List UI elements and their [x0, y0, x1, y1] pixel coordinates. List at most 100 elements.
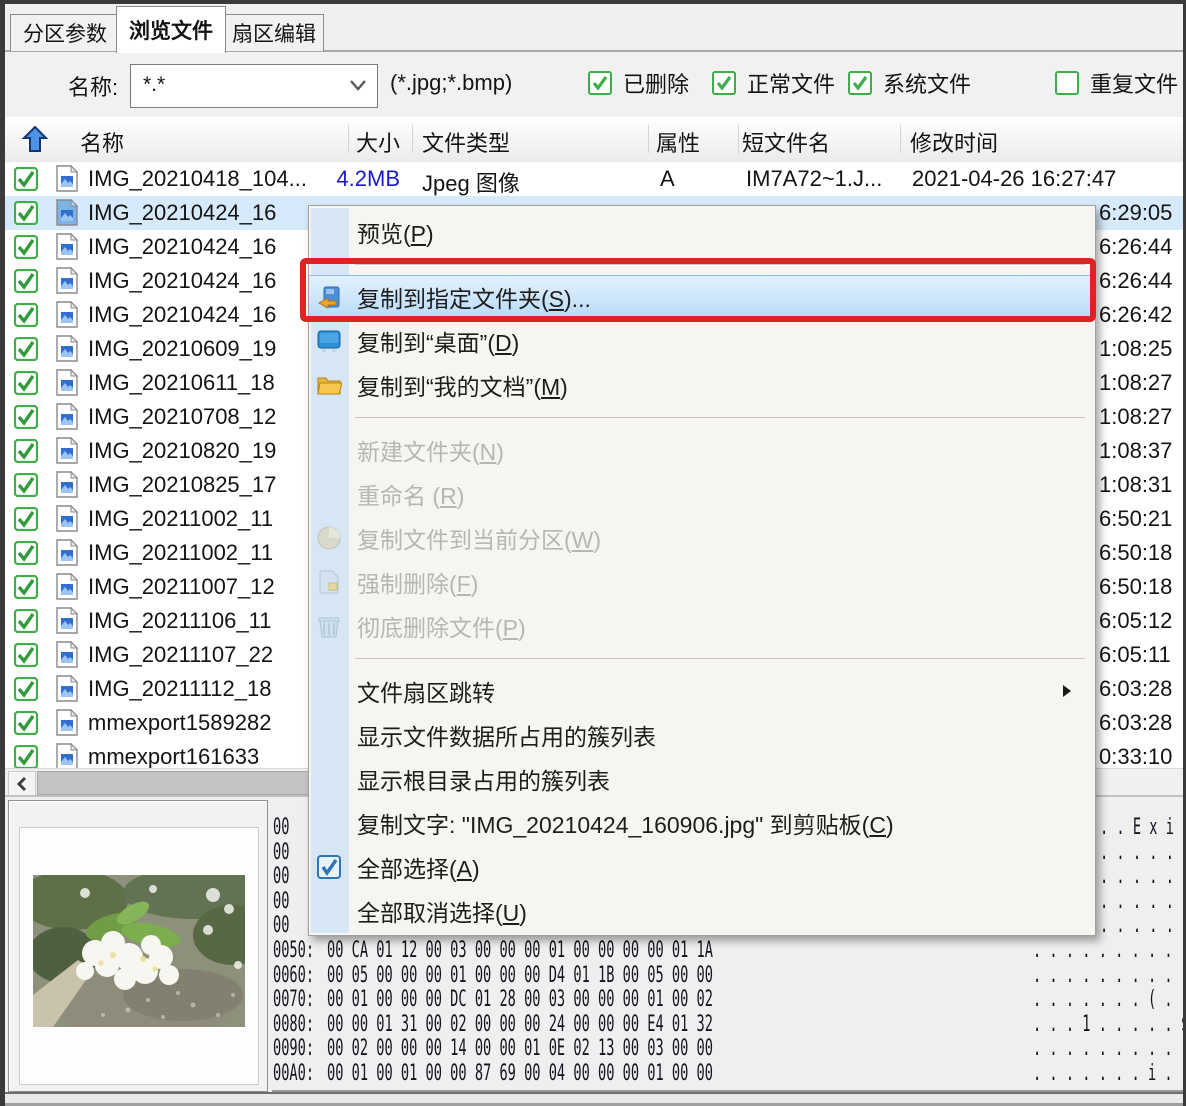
file-name: IMG_20210611_18 [88, 370, 275, 396]
checkbox-checked[interactable] [848, 71, 872, 95]
row-checkbox-checked[interactable] [14, 677, 38, 701]
row-checkbox-checked[interactable] [14, 609, 38, 633]
chevron-down-icon[interactable] [347, 77, 369, 93]
column-divider[interactable] [738, 125, 739, 153]
checkbox-unchecked[interactable] [1055, 71, 1079, 95]
file-mtime-fragment: 6:03:28 [1099, 710, 1172, 736]
row-checkbox-checked[interactable] [14, 643, 38, 667]
file-name: IMG_20211002_11 [88, 506, 273, 532]
menu-item[interactable]: 复制到“我的文档”(M) [309, 363, 1095, 407]
hex-offset: 0080: [273, 1012, 314, 1037]
column-divider[interactable] [648, 125, 649, 153]
name-filter-combobox[interactable]: *.* [130, 64, 378, 108]
jpeg-file-icon [56, 573, 78, 600]
file-name: IMG_20210424_16 [88, 268, 276, 294]
row-checkbox-checked[interactable] [14, 337, 38, 361]
file-name: IMG_20211002_11 [88, 540, 273, 566]
preview-image [33, 875, 245, 1027]
hex-bytes: 00 05 00 00 00 01 00 00 00 D4 01 1B 00 0… [327, 963, 713, 988]
file-size: 4.2MB [300, 166, 400, 192]
row-checkbox-checked[interactable] [14, 405, 38, 429]
tab-1[interactable]: 分区参数 [10, 14, 120, 51]
row-checkbox-checked[interactable] [14, 201, 38, 225]
jpeg-file-icon [56, 165, 78, 192]
column-divider[interactable] [348, 125, 349, 153]
file-attr: A [660, 166, 675, 192]
file-mtime-fragment: 6:50:21 [1099, 506, 1172, 532]
status-bar [0, 1092, 1186, 1106]
row-checkbox-checked[interactable] [14, 235, 38, 259]
extension-filter-hint: (*.jpg;*.bmp) [390, 70, 512, 96]
menu-item[interactable]: 显示根目录占用的簇列表 [309, 757, 1095, 801]
tab-3[interactable]: 扇区编辑 [224, 14, 324, 51]
menu-separator [309, 407, 1095, 428]
filter-bar: 名称: *.* (*.jpg;*.bmp) 已删除正常文件系统文件重复文件 [0, 52, 1186, 118]
row-checkbox-checked[interactable] [14, 541, 38, 565]
checkbox-checked[interactable] [712, 71, 736, 95]
file-name: IMG_20210708_12 [88, 404, 276, 430]
file-name: IMG_20210609_19 [88, 336, 276, 362]
name-filter-label: 名称: [68, 70, 118, 102]
file-mtime: 2021-04-26 16:27:47 [912, 166, 1116, 192]
jpeg-file-icon [56, 641, 78, 668]
row-checkbox-checked[interactable] [14, 711, 38, 735]
checkbox-checked[interactable] [588, 71, 612, 95]
row-checkbox-checked[interactable] [14, 473, 38, 497]
name-filter-value[interactable]: *.* [143, 73, 165, 97]
select-all-icon [316, 854, 342, 880]
row-checkbox-checked[interactable] [14, 575, 38, 599]
hex-ascii-fragment: . . . . . . [1100, 913, 1186, 938]
file-table-header: 名称 大小 文件类型 属性 短文件名 修改时间 [0, 117, 1186, 163]
jpeg-file-icon [56, 709, 78, 736]
file-mtime-fragment: 6:03:28 [1099, 676, 1172, 702]
row-checkbox-checked[interactable] [14, 371, 38, 395]
menu-item[interactable]: 重命名 (R) [309, 472, 1095, 516]
row-checkbox-checked[interactable] [14, 167, 38, 191]
menu-item[interactable]: 复制文件到当前分区(W) [309, 516, 1095, 560]
hex-bytes: 00 01 00 00 00 DC 01 28 00 03 00 00 00 0… [327, 987, 713, 1012]
menu-item[interactable]: 全部选择(A) [309, 845, 1095, 889]
hex-offset-fragment: 00 [273, 840, 289, 865]
menu-item[interactable]: 强制删除(F) [309, 560, 1095, 604]
file-mtime-fragment: 6:05:12 [1099, 608, 1172, 634]
menu-item[interactable]: 新建文件夹(N) [309, 428, 1095, 472]
hex-bytes: 00 02 00 00 00 14 00 00 01 0E 02 13 00 0… [327, 1036, 713, 1061]
sort-ascending-icon[interactable] [22, 125, 48, 153]
column-header-size[interactable]: 大小 [300, 126, 400, 158]
menu-item[interactable]: 预览(P) [309, 210, 1095, 254]
column-header-mtime[interactable]: 修改时间 [910, 126, 998, 158]
row-checkbox-checked[interactable] [14, 439, 38, 463]
file-mtime-fragment: 6:05:11 [1099, 642, 1171, 668]
column-header-name[interactable]: 名称 [80, 126, 124, 158]
hex-ascii: . . . . . . . i . . . . . . . . [1033, 1061, 1186, 1086]
jpeg-file-icon [56, 233, 78, 260]
column-divider[interactable] [900, 125, 901, 153]
hex-bytes: 00 CA 01 12 00 03 00 00 00 01 00 00 00 0… [327, 938, 713, 963]
menu-item[interactable]: 文件扇区跳转 [309, 669, 1095, 713]
row-checkbox-checked[interactable] [14, 507, 38, 531]
scroll-left-button[interactable] [8, 771, 36, 796]
scrollbar-thumb[interactable] [37, 771, 311, 795]
column-header-type[interactable]: 文件类型 [422, 126, 510, 158]
file-name: IMG_20210424_16 [88, 302, 276, 328]
file-mtime-fragment: 1:08:31 [1099, 472, 1172, 498]
column-header-attr[interactable]: 属性 [656, 126, 700, 158]
row-checkbox-checked[interactable] [14, 745, 38, 768]
menu-item[interactable]: 复制到“桌面”(D) [309, 319, 1095, 363]
file-name: IMG_20210424_16 [88, 200, 276, 226]
column-divider[interactable] [412, 125, 413, 153]
menu-item[interactable]: 复制文字: "IMG_20210424_160906.jpg" 到剪贴板(C) [309, 801, 1095, 845]
menu-item[interactable]: 全部取消选择(U) [309, 889, 1095, 933]
row-checkbox-checked[interactable] [14, 269, 38, 293]
menu-item-label: 文件扇区跳转 [357, 674, 495, 708]
table-row[interactable]: IMG_20210418_104...4.2MBJpeg 图像AIM7A72~1… [0, 162, 1186, 196]
window-border-left [0, 0, 5, 1106]
hex-offset: 00A0: [273, 1061, 314, 1086]
tab-active-2[interactable]: 浏览文件 [116, 6, 226, 53]
hex-bytes: 00 00 01 31 00 02 00 00 00 24 00 00 00 E… [327, 1012, 713, 1037]
column-header-shortname[interactable]: 短文件名 [742, 126, 830, 158]
submenu-arrow-icon [1061, 683, 1073, 699]
menu-item[interactable]: 彻底删除文件(P) [309, 604, 1095, 648]
row-checkbox-checked[interactable] [14, 303, 38, 327]
menu-item[interactable]: 显示文件数据所占用的簇列表 [309, 713, 1095, 757]
